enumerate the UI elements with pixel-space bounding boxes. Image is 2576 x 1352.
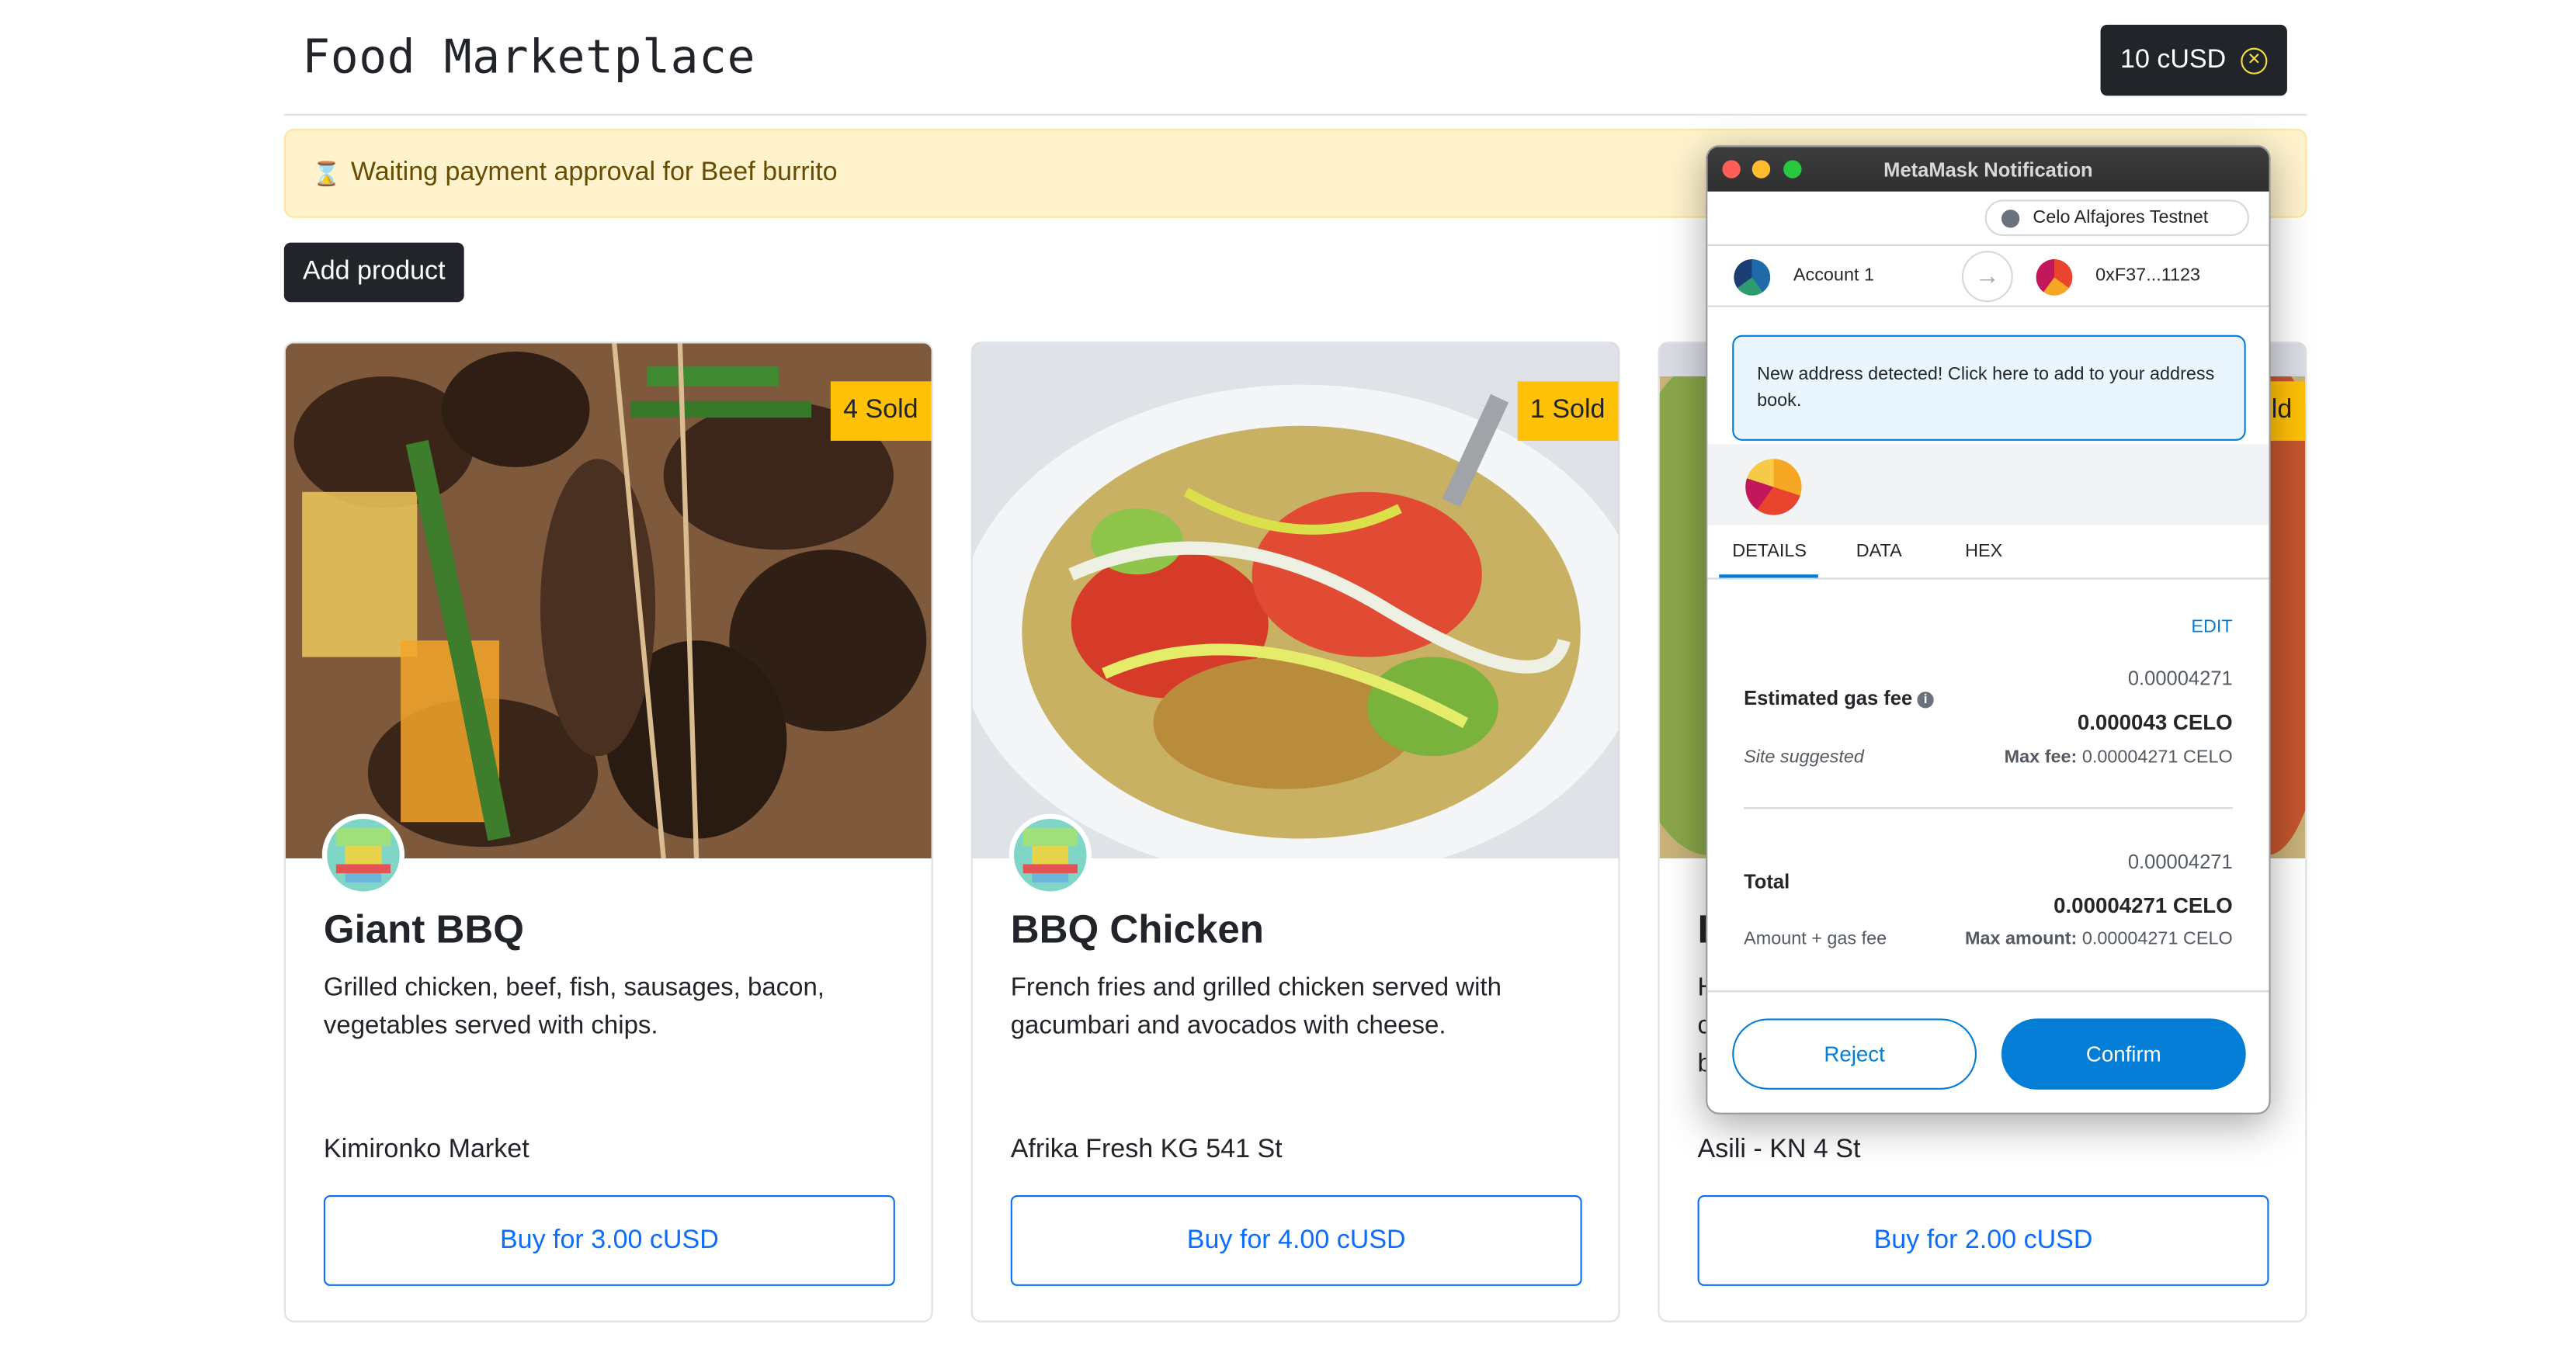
- network-selector[interactable]: Celo Alfajores Testnet: [1984, 199, 2249, 237]
- window-titlebar[interactable]: MetaMask Notification: [1707, 147, 2269, 192]
- transaction-tabs: DETAILS DATA HEX: [1707, 525, 2269, 580]
- from-account[interactable]: Account 1: [1793, 265, 1874, 286]
- product-location: Afrika Fresh KG 541 St: [1010, 1135, 1283, 1164]
- total-label: Total: [1744, 869, 1790, 893]
- site-suggested-label: Site suggested: [1744, 747, 1864, 768]
- tab-details[interactable]: DETAILS: [1732, 542, 1807, 562]
- product-description: French fries and grilled chicken served …: [1010, 973, 1502, 1041]
- product-location: Kimironko Market: [323, 1135, 529, 1164]
- account-transfer-row: Account 1 → 0xF37...1123: [1707, 244, 2269, 307]
- buy-button[interactable]: Buy for 4.00 cUSD: [1010, 1194, 1582, 1286]
- account-identicon: [1734, 258, 1771, 296]
- max-amount-row: Max amount: 0.00004271 CELO: [1965, 930, 2233, 950]
- section-divider: [1744, 807, 2233, 809]
- max-fee-value: 0.00004271 CELO: [2081, 747, 2233, 768]
- buy-button[interactable]: Buy for 2.00 cUSD: [1697, 1194, 2269, 1286]
- metamask-window: MetaMask Notification Celo Alfajores Tes…: [1706, 145, 2271, 1115]
- max-amount-label: Max amount:: [1965, 929, 2078, 950]
- active-tab-indicator: [1719, 574, 1818, 578]
- identicon: [1013, 818, 1087, 892]
- window-close-button[interactable]: [1722, 160, 1741, 179]
- page-title: Food Marketplace: [302, 29, 756, 85]
- recipient-identicon: [2036, 258, 2073, 296]
- to-address[interactable]: 0xF37...1123: [2095, 265, 2200, 286]
- footer-divider: [1707, 990, 2269, 993]
- balance-button[interactable]: 10 cUSD ✕: [2100, 24, 2287, 96]
- network-dot-icon: [2001, 209, 2020, 227]
- network-name: Celo Alfajores Testnet: [2033, 208, 2209, 228]
- tab-data[interactable]: DATA: [1856, 542, 1902, 562]
- avatar: [321, 813, 405, 896]
- gas-fee-row: Estimated gas fee i: [1744, 687, 1934, 710]
- alert-text: Waiting payment approval for Beef burrit…: [350, 158, 838, 187]
- info-icon[interactable]: i: [1917, 692, 1934, 709]
- sold-badge: 1 Sold: [1516, 381, 1619, 441]
- tab-hex[interactable]: HEX: [1965, 542, 2002, 562]
- edit-gas-link[interactable]: EDIT: [2191, 617, 2232, 637]
- header-divider: [283, 113, 2307, 116]
- product-location: Asili - KN 4 St: [1697, 1135, 1861, 1164]
- window-zoom-button[interactable]: [1783, 160, 1802, 179]
- max-amount-value: 0.00004271 CELO: [2081, 929, 2233, 950]
- gas-fee-value: 0.000043 CELO: [2077, 709, 2233, 735]
- total-small: 0.00004271: [2127, 850, 2233, 874]
- max-fee-label: Max fee:: [2004, 747, 2078, 768]
- arrow-right-icon: →: [1961, 251, 2013, 303]
- buy-button[interactable]: Buy for 3.00 cUSD: [323, 1194, 895, 1286]
- page: Food Marketplace 10 cUSD ✕ ⌛ Waiting pay…: [0, 0, 2576, 1352]
- product-card: 4 Sold Giant BBQ Grilled chicken, beef, …: [283, 341, 933, 1323]
- gas-fee-small: 0.00004271: [2127, 667, 2233, 691]
- product-name: Giant BBQ: [323, 907, 524, 953]
- window-minimize-button[interactable]: [1751, 160, 1771, 179]
- close-circle-icon: ✕: [2241, 47, 2268, 74]
- confirm-button[interactable]: Confirm: [2001, 1018, 2246, 1090]
- max-fee-row: Max fee: 0.00004271 CELO: [2005, 748, 2233, 768]
- reject-button[interactable]: Reject: [1732, 1018, 1977, 1090]
- recipient-identicon-large: [1745, 459, 1802, 515]
- avatar: [1009, 813, 1092, 896]
- hourglass-icon: ⌛: [312, 159, 342, 186]
- product-card: 1 Sold BBQ Chicken French fries and gril…: [970, 341, 1620, 1323]
- new-address-notice[interactable]: New address detected! Click here to add …: [1732, 335, 2246, 441]
- product-description: Grilled chicken, beef, fish, sausages, b…: [323, 973, 825, 1041]
- product-name: BBQ Chicken: [1010, 907, 1264, 953]
- add-product-button[interactable]: Add product: [283, 242, 464, 303]
- balance-label: 10 cUSD: [2120, 45, 2227, 74]
- identicon: [327, 818, 400, 892]
- sold-badge: 4 Sold: [830, 381, 932, 441]
- total-value: 0.00004271 CELO: [2054, 893, 2233, 918]
- gas-fee-label: Estimated gas fee: [1744, 686, 1913, 710]
- amount-gas-label: Amount + gas fee: [1744, 929, 1887, 950]
